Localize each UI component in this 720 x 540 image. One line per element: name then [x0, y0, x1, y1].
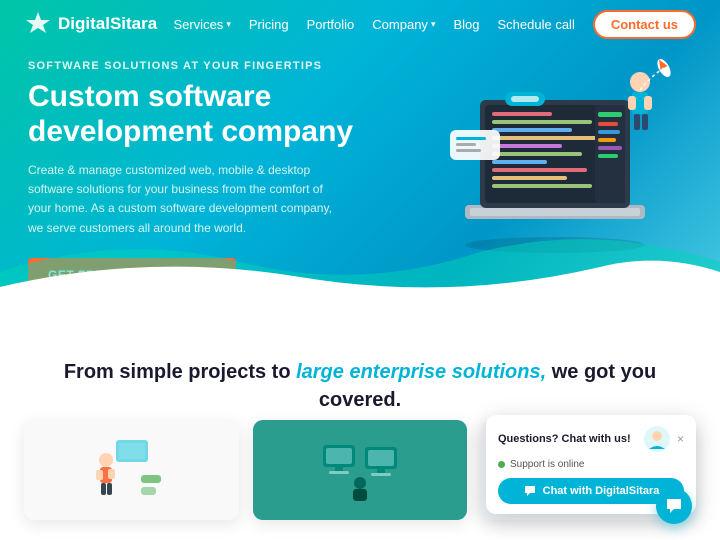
- hero-title: Custom software development company: [28, 80, 388, 149]
- chat-title: Questions? Chat with us!: [498, 433, 631, 445]
- hero-description: Create & manage customized web, mobile &…: [28, 161, 348, 238]
- nav-company[interactable]: Company ▾: [372, 17, 435, 32]
- chat-fab-button[interactable]: [656, 488, 692, 524]
- hero-section: DigitalSitara Services ▾ Pricing Portfol…: [0, 0, 720, 310]
- message-icon: [665, 497, 683, 515]
- logo[interactable]: DigitalSitara: [24, 10, 157, 38]
- brand-name: DigitalSitara: [58, 14, 157, 34]
- close-icon[interactable]: ×: [677, 432, 684, 446]
- nav-services[interactable]: Services ▾: [173, 17, 230, 32]
- tagline-text: From simple projects to large enterprise…: [20, 358, 700, 414]
- nav-schedule[interactable]: Schedule call: [498, 17, 575, 32]
- nav-portfolio[interactable]: Portfolio: [307, 17, 355, 32]
- card-2-illustration: [253, 420, 468, 520]
- contact-button[interactable]: Contact us: [593, 10, 696, 39]
- chat-avatar: [643, 425, 671, 453]
- nav-blog[interactable]: Blog: [453, 17, 479, 32]
- nav-links: Services ▾ Pricing Portfolio Company ▾ B…: [173, 10, 696, 39]
- card-monitors: [253, 420, 468, 520]
- chevron-down-icon-2: ▾: [431, 19, 436, 30]
- hero-subtitle: SOFTWARE SOLUTIONS AT YOUR FINGERTIPS: [28, 60, 388, 72]
- card-1-illustration: [24, 420, 239, 520]
- chat-icon: [523, 484, 537, 498]
- card-design: [24, 420, 239, 520]
- logo-icon: [24, 10, 52, 38]
- chevron-down-icon: ▾: [226, 19, 231, 30]
- navbar: DigitalSitara Services ▾ Pricing Portfol…: [0, 0, 720, 48]
- chat-header: Questions? Chat with us! ×: [498, 425, 684, 453]
- chat-status: Support is online: [498, 459, 684, 470]
- nav-pricing[interactable]: Pricing: [249, 17, 289, 32]
- hero-wave: [0, 232, 720, 310]
- online-indicator: [498, 461, 505, 468]
